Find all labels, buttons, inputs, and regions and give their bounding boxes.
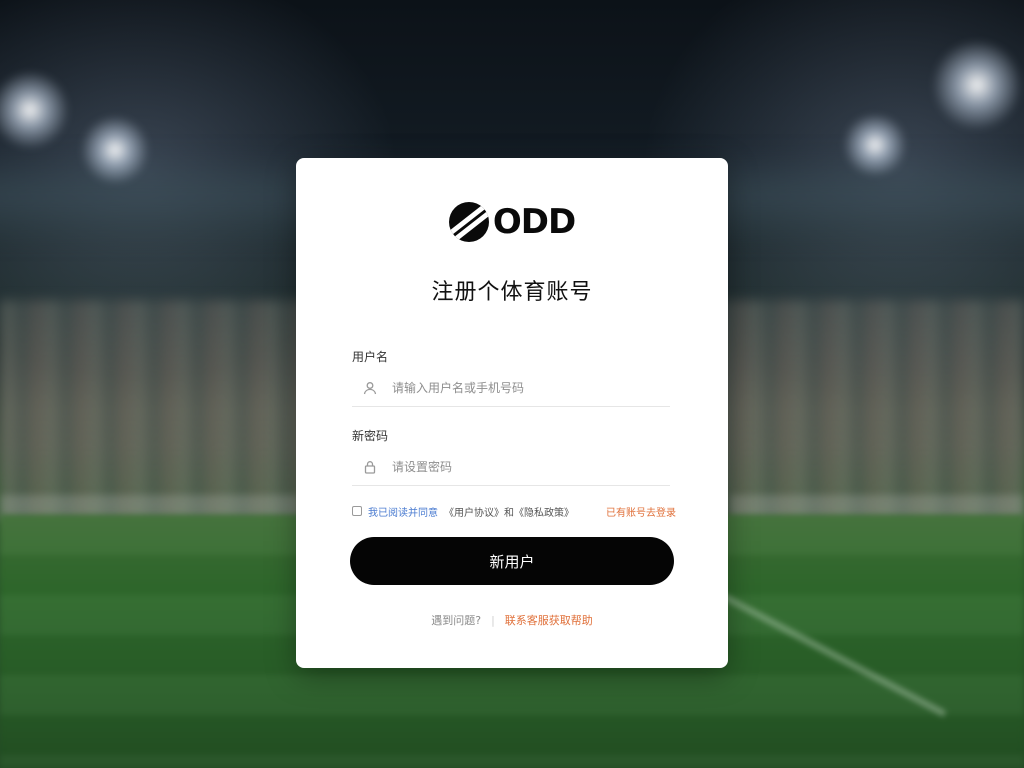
register-card: ODD 注册个体育账号 用户名 新密码 我已阅读并同意 《用户协议》和《隐私政策… (296, 158, 728, 668)
help-text: 遇到问题? (431, 614, 482, 627)
password-input[interactable] (392, 460, 652, 474)
card-footer: 遇到问题? | 联系客服获取帮助 (296, 612, 728, 628)
options-row: 我已阅读并同意 《用户协议》和《隐私政策》 已有账号去登录 (352, 502, 676, 520)
login-link[interactable]: 已有账号去登录 (606, 504, 676, 519)
password-label: 新密码 (352, 429, 389, 443)
form-title: 注册个体育账号 (431, 280, 593, 305)
floodlight-2 (80, 115, 150, 185)
lock-icon (362, 459, 378, 475)
username-field (352, 370, 670, 407)
brand-logo: ODD (296, 202, 728, 242)
odd-logo-icon (448, 202, 489, 242)
contact-support-link[interactable]: 联系客服获取帮助 (505, 612, 593, 628)
agreement: 我已阅读并同意 《用户协议》和《隐私政策》 (352, 504, 574, 519)
agreement-text: 《用户协议》和《隐私政策》 (444, 507, 574, 519)
logo-text: ODD (492, 202, 576, 242)
password-field (352, 449, 670, 486)
username-input[interactable] (392, 381, 652, 395)
agreement-checkbox[interactable] (352, 506, 362, 516)
floodlight-3 (840, 115, 910, 175)
user-icon (362, 380, 378, 396)
floodlight-4 (930, 40, 1024, 130)
footer-separator: | (491, 613, 495, 627)
new-user-button[interactable]: 新用户 (350, 537, 674, 585)
username-label: 用户名 (352, 350, 389, 364)
agreement-link[interactable]: 我已阅读并同意 (368, 504, 438, 519)
